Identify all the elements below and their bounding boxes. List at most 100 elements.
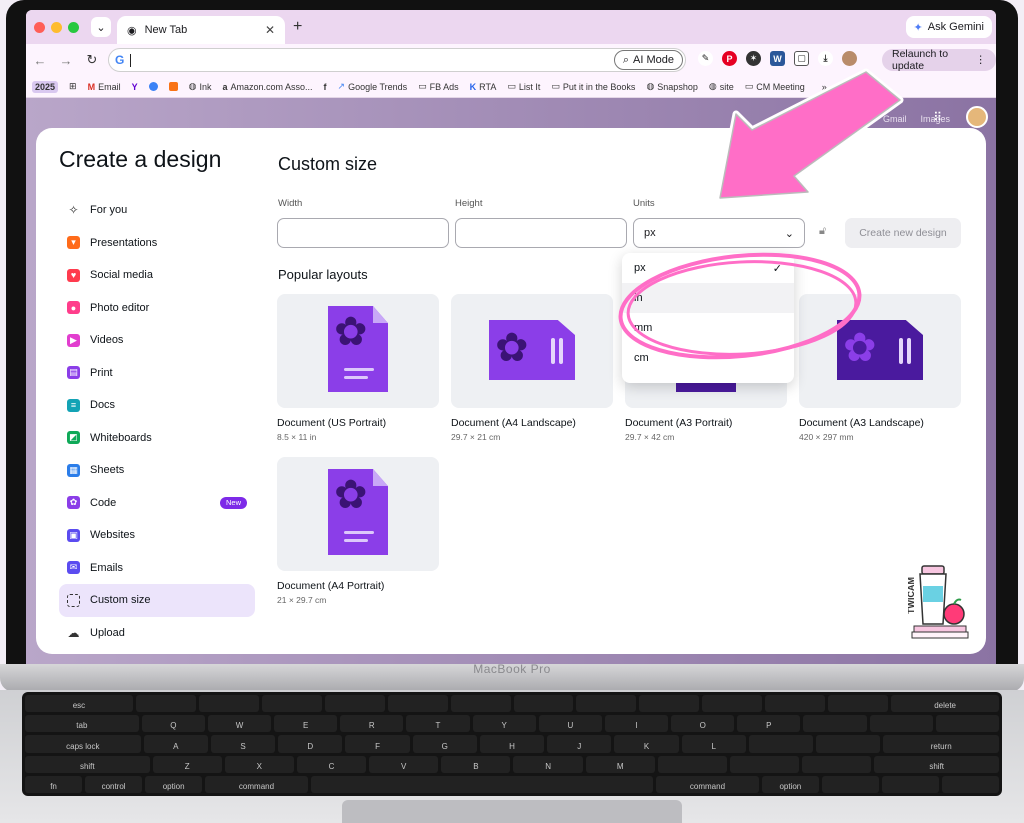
pinterest-icon[interactable]: P xyxy=(722,51,737,66)
units-option-cm[interactable]: cm xyxy=(622,343,794,373)
bookmark-item[interactable]: ▭ Put it in the Books xyxy=(551,81,635,92)
address-bar[interactable]: G ⌕ AI Mode xyxy=(108,48,686,72)
nav-item-label: Print xyxy=(90,366,113,379)
close-window-button[interactable] xyxy=(34,21,45,33)
nav-item-code[interactable]: ✿ Code New xyxy=(59,487,255,520)
maximize-window-button[interactable] xyxy=(68,21,79,33)
key xyxy=(310,775,654,794)
layout-thumbnail: ✿ xyxy=(277,457,439,571)
trackpad xyxy=(342,800,682,823)
create-new-design-button[interactable]: Create new design xyxy=(845,218,961,248)
units-option-label: cm xyxy=(634,352,649,364)
text-line xyxy=(559,338,563,364)
units-select[interactable]: px ⌄ xyxy=(633,218,805,248)
nav-item-whiteboards[interactable]: ◩ Whiteboards xyxy=(59,422,255,455)
bookmark-item[interactable]: ▭ List It xyxy=(507,81,540,92)
nav-item-custom-size[interactable]: Custom size xyxy=(59,584,255,617)
bookmark-item[interactable] xyxy=(168,82,178,91)
bookmark-item[interactable]: ⊞ xyxy=(69,81,77,92)
bookmark-item[interactable]: M Email xyxy=(88,82,121,92)
word-icon[interactable]: W xyxy=(770,51,785,66)
sparkle-icon: ✧ xyxy=(68,203,79,218)
ai-mode-button[interactable]: ⌕ AI Mode xyxy=(613,50,683,70)
apps-grid-icon[interactable]: ⠿ xyxy=(933,110,942,124)
bookmark-item[interactable]: ↗ Google Trends xyxy=(338,81,408,92)
bookmark-item[interactable]: ◍ Snapshop xyxy=(646,81,697,92)
key: R xyxy=(340,715,404,733)
height-input[interactable] xyxy=(455,218,627,248)
puzzle-icon[interactable]: ▢ xyxy=(794,51,809,66)
ask-gemini-button[interactable]: ✦ Ask Gemini xyxy=(905,16,992,38)
bookmark-item[interactable]: ▭ FB Ads xyxy=(418,81,459,92)
annotation-arrow xyxy=(716,68,904,202)
nav-item-upload[interactable]: ☁ Upload xyxy=(59,617,255,650)
pen-icon[interactable]: ✎ xyxy=(698,51,713,66)
width-input[interactable] xyxy=(277,218,449,248)
bookmark-item[interactable]: K RTA xyxy=(470,82,497,92)
nav-item-social-media[interactable]: ♥ Social media xyxy=(59,259,255,292)
svg-text:TWICAM: TWICAM xyxy=(908,577,916,614)
text-line xyxy=(551,338,555,364)
tab-new-tab[interactable]: ◉ New Tab ✕ xyxy=(117,16,285,44)
bookmark-item[interactable] xyxy=(148,82,158,91)
more-vert-icon: ⋮ xyxy=(975,54,987,66)
nav-item-docs[interactable]: ≡ Docs xyxy=(59,389,255,422)
nav-item-websites[interactable]: ▣ Websites xyxy=(59,519,255,552)
download-icon[interactable]: ⤓ xyxy=(818,51,833,66)
layout-size: 29.7 × 42 cm xyxy=(625,432,675,442)
bookmark-item[interactable]: 2025 xyxy=(32,80,59,93)
minimize-window-button[interactable] xyxy=(51,21,62,33)
close-icon[interactable]: ✕ xyxy=(265,23,275,37)
extension-icon[interactable]: ✶ xyxy=(746,51,761,66)
key: command xyxy=(656,775,759,794)
key: Z xyxy=(152,755,222,773)
layout-card[interactable]: ✿ Document (A4 Landscape) 29.7 × 21 cm xyxy=(451,294,615,442)
bookmark-label: Amazon.com Asso... xyxy=(230,81,313,92)
units-option-in[interactable]: in xyxy=(622,283,794,313)
key xyxy=(941,775,999,794)
nav-item-label: Code xyxy=(90,496,117,509)
avatar[interactable] xyxy=(966,106,988,128)
tab-search-button[interactable]: ⌄ xyxy=(91,17,111,37)
printer-icon: ▤ xyxy=(67,366,80,380)
bookmark-item[interactable]: Y xyxy=(132,82,138,92)
flower-graphic: ✿ xyxy=(334,310,368,354)
key xyxy=(135,695,196,713)
bookmark-label: Snapshop xyxy=(657,81,698,92)
bookmark-item[interactable]: f xyxy=(324,82,327,92)
nav-item-emails[interactable]: ✉ Emails xyxy=(59,552,255,585)
code-icon: ✿ xyxy=(67,496,80,510)
flower-graphic: ✿ xyxy=(495,326,529,370)
layout-card[interactable]: ✿ Document (US Portrait) 8.5 × 11 in xyxy=(277,294,441,442)
key: N xyxy=(513,755,583,773)
key xyxy=(821,775,879,794)
back-arrow-icon[interactable]: ← xyxy=(32,53,48,68)
key: F xyxy=(345,735,410,753)
units-option-px[interactable]: px ✓ xyxy=(622,253,794,283)
sheet-icon: ▦ xyxy=(67,463,80,477)
new-tab-button[interactable]: + xyxy=(293,18,302,36)
nav-item-label: Presentations xyxy=(90,236,158,249)
nav-item-for-you[interactable]: ✧ For you xyxy=(59,194,255,227)
nav-item-print[interactable]: ▤ Print xyxy=(59,357,255,390)
nav-item-presentations[interactable]: ▾ Presentations xyxy=(59,227,255,260)
forward-arrow-icon[interactable]: → xyxy=(58,53,74,68)
layout-thumbnail: ✿ xyxy=(277,294,439,408)
bookmark-item[interactable]: ◍ Ink xyxy=(189,81,212,92)
layout-card[interactable]: ✿ Document (A3 Landscape) 420 × 297 mm xyxy=(799,294,963,442)
units-option-mm[interactable]: mm xyxy=(622,313,794,343)
bookmark-item[interactable]: a Amazon.com Asso... xyxy=(222,82,312,92)
key: M xyxy=(585,755,655,773)
yahoo-icon: Y xyxy=(131,81,138,92)
crop-icon xyxy=(67,593,80,607)
nav-item-videos[interactable]: ▶ Videos xyxy=(59,324,255,357)
layout-card[interactable]: ✿ Document (A4 Portrait) 21 × 29.7 cm xyxy=(277,457,441,605)
reload-icon[interactable]: ↻ xyxy=(84,52,100,68)
nav-item-photo-editor[interactable]: ● Photo editor xyxy=(59,292,255,325)
key xyxy=(828,695,889,713)
lock-icon[interactable]: 🔓︎ xyxy=(819,225,826,238)
key xyxy=(702,695,763,713)
profile-avatar[interactable] xyxy=(842,51,857,66)
nav-item-sheets[interactable]: ▦ Sheets xyxy=(59,454,255,487)
key: caps lock xyxy=(25,735,141,753)
